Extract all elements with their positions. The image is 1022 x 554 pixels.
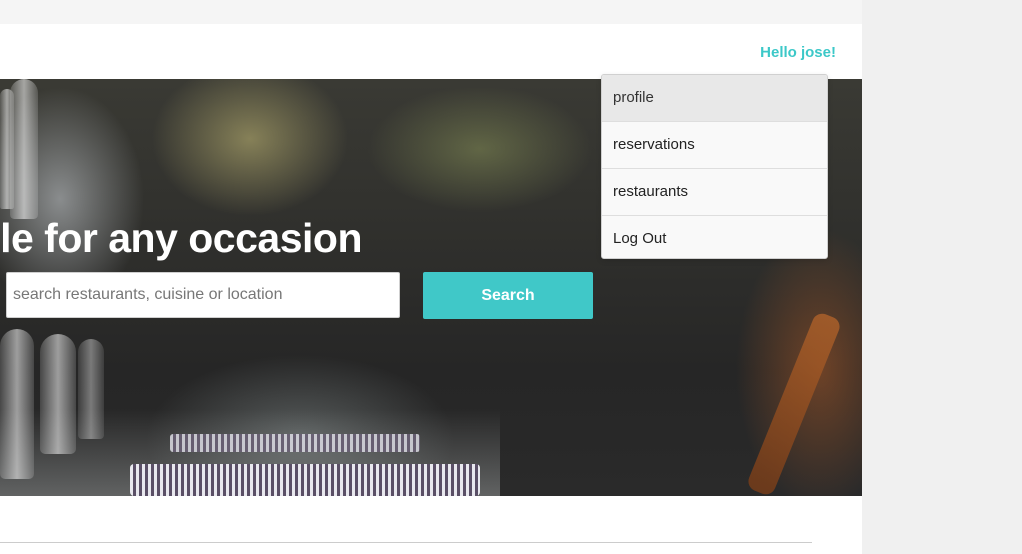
user-greeting-menu-toggle[interactable]: Hello jose! — [760, 44, 836, 61]
hero-background-glass — [40, 334, 76, 454]
content-divider — [0, 542, 812, 543]
search-input[interactable] — [6, 272, 400, 318]
hero-background-chair — [745, 310, 843, 496]
menu-item-log-out[interactable]: Log Out — [602, 216, 827, 258]
headline-container: Find a table for any occasion — [0, 79, 500, 279]
hero-headline: Find a table for any occasion — [0, 215, 362, 261]
menu-item-reservations[interactable]: reservations — [602, 122, 827, 169]
menu-item-profile[interactable]: profile — [602, 75, 827, 122]
menu-item-restaurants[interactable]: restaurants — [602, 169, 827, 216]
hero-background-napkins — [130, 464, 480, 496]
search-button[interactable]: Search — [423, 272, 593, 319]
hero-background-glass — [78, 339, 104, 439]
hero-background-napkins — [170, 434, 420, 452]
page: Hello jose! Find a table for any occasio… — [0, 0, 862, 554]
user-dropdown-menu: profile reservations restaurants Log Out — [601, 74, 828, 259]
top-strip — [0, 0, 862, 24]
hero-background-glass — [0, 329, 34, 479]
navbar: Hello jose! — [0, 24, 862, 79]
